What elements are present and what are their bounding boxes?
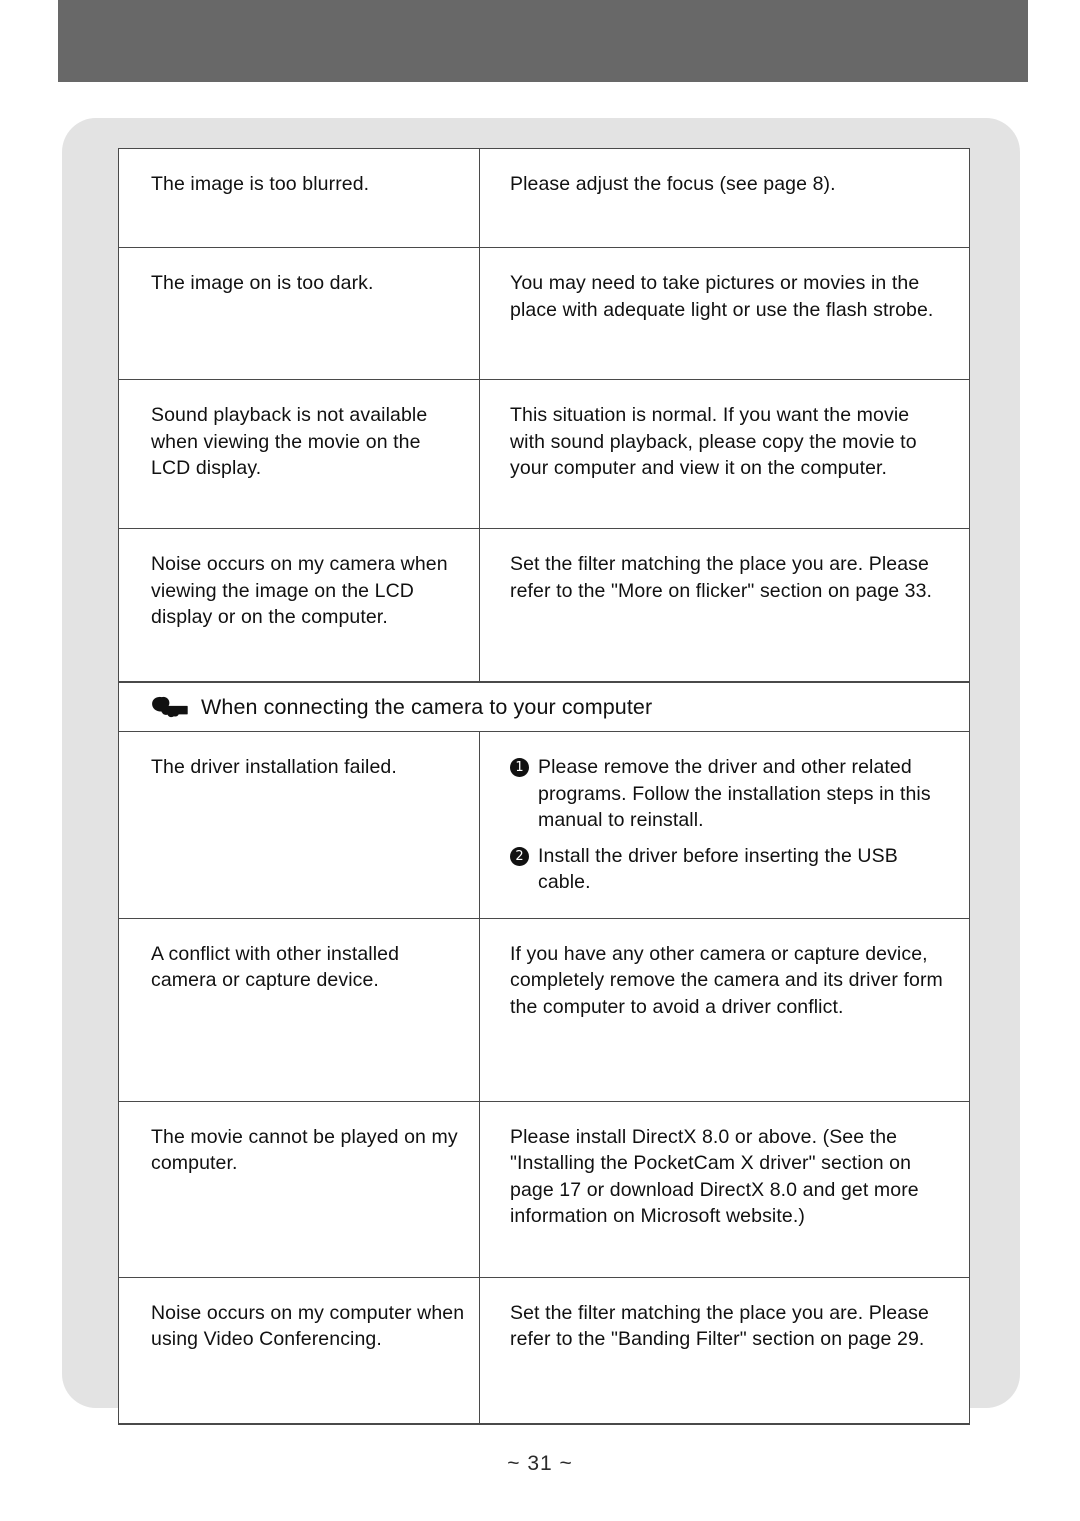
table-row: The driver installation failed. 1 Please… xyxy=(119,732,969,919)
problem-cell: The image is too blurred. xyxy=(119,149,480,247)
table-row: The image on is too dark. You may need t… xyxy=(119,248,969,380)
solution-text: Please install DirectX 8.0 or above. (Se… xyxy=(510,1125,919,1228)
solution-text: Please adjust the focus (see page 8). xyxy=(510,173,836,195)
problem-text: The image is too blurred. xyxy=(151,173,370,195)
step-text: Install the driver before inserting the … xyxy=(538,844,898,894)
solution-cell: Set the filter matching the place you ar… xyxy=(480,1278,969,1423)
solution-text: Set the filter matching the place you ar… xyxy=(510,553,933,602)
problem-cell: The movie cannot be played on my compute… xyxy=(119,1101,480,1277)
table-row: The movie cannot be played on my compute… xyxy=(119,1101,969,1278)
solution-cell: Please adjust the focus (see page 8). xyxy=(480,149,969,247)
step-number-badge: 2 xyxy=(510,846,529,866)
page-header-band xyxy=(58,0,1028,82)
table-row: Noise occurs on my camera when viewing t… xyxy=(119,529,969,682)
problem-cell: Sound playback is not available when vie… xyxy=(119,380,480,528)
section-heading-row: When connecting the camera to your compu… xyxy=(119,682,969,732)
table-row: Sound playback is not available when vie… xyxy=(119,380,969,529)
solution-cell: This situation is normal. If you want th… xyxy=(480,380,969,528)
solution-cell: Set the filter matching the place you ar… xyxy=(480,529,969,681)
pointing-hand-icon xyxy=(152,696,188,718)
solution-text: Set the filter matching the place you ar… xyxy=(510,1301,929,1351)
problem-text: The movie cannot be played on my compute… xyxy=(151,1125,458,1175)
solution-cell: 1 Please remove the driver and other rel… xyxy=(480,732,969,918)
table-row: A conflict with other installed camera o… xyxy=(119,918,969,1102)
solution-text: You may need to take pictures or movies … xyxy=(510,272,934,321)
step-text: Please remove the driver and other relat… xyxy=(538,756,931,831)
numbered-step: 1 Please remove the driver and other rel… xyxy=(510,754,949,834)
section-heading-label: When connecting the camera to your compu… xyxy=(201,695,653,719)
table-row: Noise occurs on my computer when using V… xyxy=(119,1277,969,1423)
numbered-step: 2 Install the driver before inserting th… xyxy=(510,843,949,896)
solution-text: This situation is normal. If you want th… xyxy=(510,404,917,479)
solution-text: If you have any other camera or capture … xyxy=(510,942,943,1018)
solution-cell: You may need to take pictures or movies … xyxy=(480,248,969,379)
problem-text: A conflict with other installed camera o… xyxy=(151,942,400,992)
problem-cell: Noise occurs on my computer when using V… xyxy=(119,1277,480,1423)
problem-text: The image on is too dark. xyxy=(151,272,374,294)
problem-cell: Noise occurs on my camera when viewing t… xyxy=(119,529,480,681)
page-number-footer: ~ 31 ~ xyxy=(507,1452,573,1475)
problem-cell: The driver installation failed. xyxy=(119,732,480,918)
problem-text: Noise occurs on my camera when viewing t… xyxy=(151,553,448,628)
solution-cell: If you have any other camera or capture … xyxy=(480,919,969,1101)
problem-text: The driver installation failed. xyxy=(151,756,397,778)
step-number-badge: 1 xyxy=(510,758,529,777)
table-row: The image is too blurred. Please adjust … xyxy=(119,149,969,248)
solution-cell: Please install DirectX 8.0 or above. (Se… xyxy=(480,1102,969,1277)
problem-cell: The image on is too dark. xyxy=(119,248,480,379)
troubleshooting-table: The image is too blurred. Please adjust … xyxy=(118,148,970,1425)
problem-text: Noise occurs on my computer when using V… xyxy=(151,1301,465,1351)
problem-text: Sound playback is not available when vie… xyxy=(151,404,428,479)
problem-cell: A conflict with other installed camera o… xyxy=(119,918,480,1101)
